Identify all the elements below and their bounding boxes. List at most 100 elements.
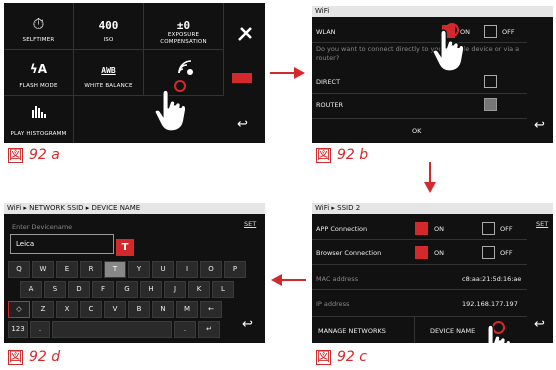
- dot-key-2[interactable]: .: [174, 321, 196, 338]
- key-a[interactable]: A: [20, 281, 42, 298]
- key-f[interactable]: F: [92, 281, 114, 298]
- white-balance-tile[interactable]: AWB WHITE BALANCE: [74, 50, 144, 96]
- key-u[interactable]: U: [152, 261, 174, 278]
- key-v[interactable]: V: [104, 301, 126, 318]
- panel-b-wifi: WiFi WLAN ON OFF Do you want to connect …: [312, 6, 553, 143]
- browser-on-checkbox[interactable]: [415, 246, 428, 259]
- back-icon[interactable]: ↩: [534, 317, 545, 332]
- devicename-input[interactable]: Leica: [10, 234, 114, 254]
- off-label: OFF: [502, 28, 515, 36]
- key-y[interactable]: Y: [128, 261, 150, 278]
- wifi-icon: [178, 60, 193, 75]
- pointing-hand-icon: [154, 89, 187, 132]
- app-off-checkbox[interactable]: [482, 222, 495, 235]
- key-popup: T: [116, 239, 134, 256]
- key-c[interactable]: C: [80, 301, 102, 318]
- figure-glyph-icon: 図: [8, 349, 23, 365]
- on-label: ON: [434, 225, 444, 233]
- wlan-label: WLAN: [316, 28, 336, 36]
- key-q[interactable]: Q: [8, 261, 30, 278]
- iso-tile[interactable]: 400 ISO: [74, 3, 144, 50]
- ok-button[interactable]: OK: [412, 127, 421, 135]
- device-name-button[interactable]: DEVICE NAME: [430, 327, 475, 335]
- panel-d-keyboard: WiFi ▸ NETWORK SSID ▸ DEVICE NAME SET En…: [4, 203, 265, 343]
- ip-address-value: 192.168.177.197: [462, 300, 518, 308]
- key-i[interactable]: I: [176, 261, 198, 278]
- figure-caption-a: 図 92 a: [8, 147, 60, 163]
- space-key[interactable]: [52, 321, 172, 338]
- direct-label: DIRECT: [316, 78, 341, 86]
- connection-question: Do you want to connect directly to your …: [316, 45, 520, 62]
- back-icon[interactable]: ↩: [242, 317, 253, 332]
- key-l[interactable]: L: [212, 281, 234, 298]
- on-label: ON: [434, 249, 444, 257]
- app-connection-label: APP Connection: [316, 225, 368, 233]
- title-bar: WiFi: [312, 6, 553, 17]
- key-e[interactable]: E: [56, 261, 78, 278]
- key-n[interactable]: N: [152, 301, 174, 318]
- selftimer-tile[interactable]: ⏱ SELFTIMER: [4, 3, 74, 50]
- dot-key[interactable]: .: [30, 321, 50, 338]
- browser-off-checkbox[interactable]: [482, 246, 495, 259]
- flash-mode-tile[interactable]: ϟA FLASH MODE: [4, 50, 74, 96]
- play-histogram-tile[interactable]: PLAY HISTOGRAMM: [4, 96, 74, 143]
- off-label: OFF: [500, 249, 513, 257]
- key-d[interactable]: D: [68, 281, 90, 298]
- devicename-value: Leica: [16, 240, 35, 248]
- panel-a-camera-menu: ⏱ SELFTIMER 400 ISO ±0 EXPOSURE COMPENSA…: [4, 3, 265, 143]
- key-b[interactable]: B: [128, 301, 150, 318]
- off-label: OFF: [500, 225, 513, 233]
- browser-connection-label: Browser Connection: [316, 249, 382, 257]
- arrow-down: [424, 162, 436, 193]
- direct-checkbox[interactable]: [484, 75, 497, 88]
- selftimer-icon: ⏱: [32, 15, 45, 33]
- figure-glyph-icon: 図: [316, 147, 331, 163]
- figure-caption-b: 図 92 b: [316, 147, 369, 163]
- manage-networks-button[interactable]: MANAGE NETWORKS: [318, 327, 386, 335]
- key-p[interactable]: P: [224, 261, 246, 278]
- mac-address-value: c8:aa:21:5d:16:ae: [462, 275, 522, 283]
- numbers-key[interactable]: 123: [8, 321, 28, 338]
- settings-wrench-icon[interactable]: [236, 25, 254, 43]
- histogram-icon: [32, 106, 46, 118]
- devicename-placeholder: Enter Devicename: [12, 223, 73, 231]
- pointing-hand-icon: [432, 29, 465, 72]
- exposure-compensation-tile[interactable]: ±0 EXPOSURE COMPENSATION: [144, 3, 224, 50]
- flash-auto-icon: ϟA: [29, 62, 48, 76]
- back-icon[interactable]: ↩: [534, 118, 545, 133]
- key-g[interactable]: G: [116, 281, 138, 298]
- figure-glyph-icon: 図: [316, 349, 331, 365]
- set-button[interactable]: SET: [536, 220, 548, 228]
- figure-glyph-icon: 図: [8, 147, 23, 163]
- shift-key[interactable]: ◇: [8, 301, 30, 318]
- key-w[interactable]: W: [32, 261, 54, 278]
- key-t[interactable]: T: [104, 261, 126, 278]
- enter-key[interactable]: ↵: [198, 321, 220, 338]
- key-r[interactable]: R: [80, 261, 102, 278]
- camera-mode-icon[interactable]: [232, 73, 252, 83]
- key-m[interactable]: M: [176, 301, 198, 318]
- router-checkbox[interactable]: [484, 98, 497, 111]
- pointing-hand-icon: [487, 324, 512, 343]
- mac-address-label: MAC address: [316, 275, 359, 283]
- backspace-key[interactable]: ←: [200, 301, 222, 318]
- figure-caption-d: 図 92 d: [8, 349, 61, 365]
- key-o[interactable]: O: [200, 261, 222, 278]
- set-button[interactable]: SET: [244, 220, 256, 228]
- back-icon[interactable]: ↩: [237, 117, 248, 132]
- title-bar: WiFi ▸ NETWORK SSID ▸ DEVICE NAME: [4, 203, 265, 214]
- key-x[interactable]: X: [56, 301, 78, 318]
- key-z[interactable]: Z: [32, 301, 54, 318]
- wlan-off-checkbox[interactable]: [484, 25, 497, 38]
- ip-address-label: IP address: [316, 300, 350, 308]
- router-label: ROUTER: [316, 101, 343, 109]
- arrow-left: [271, 274, 306, 286]
- key-h[interactable]: H: [140, 281, 162, 298]
- figure-caption-c: 図 92 c: [316, 349, 367, 365]
- key-k[interactable]: K: [188, 281, 210, 298]
- app-on-checkbox[interactable]: [415, 222, 428, 235]
- title-bar: WiFi ▸ SSID 2: [312, 203, 553, 214]
- arrow-right-1: [270, 67, 305, 79]
- key-j[interactable]: J: [164, 281, 186, 298]
- key-s[interactable]: S: [44, 281, 66, 298]
